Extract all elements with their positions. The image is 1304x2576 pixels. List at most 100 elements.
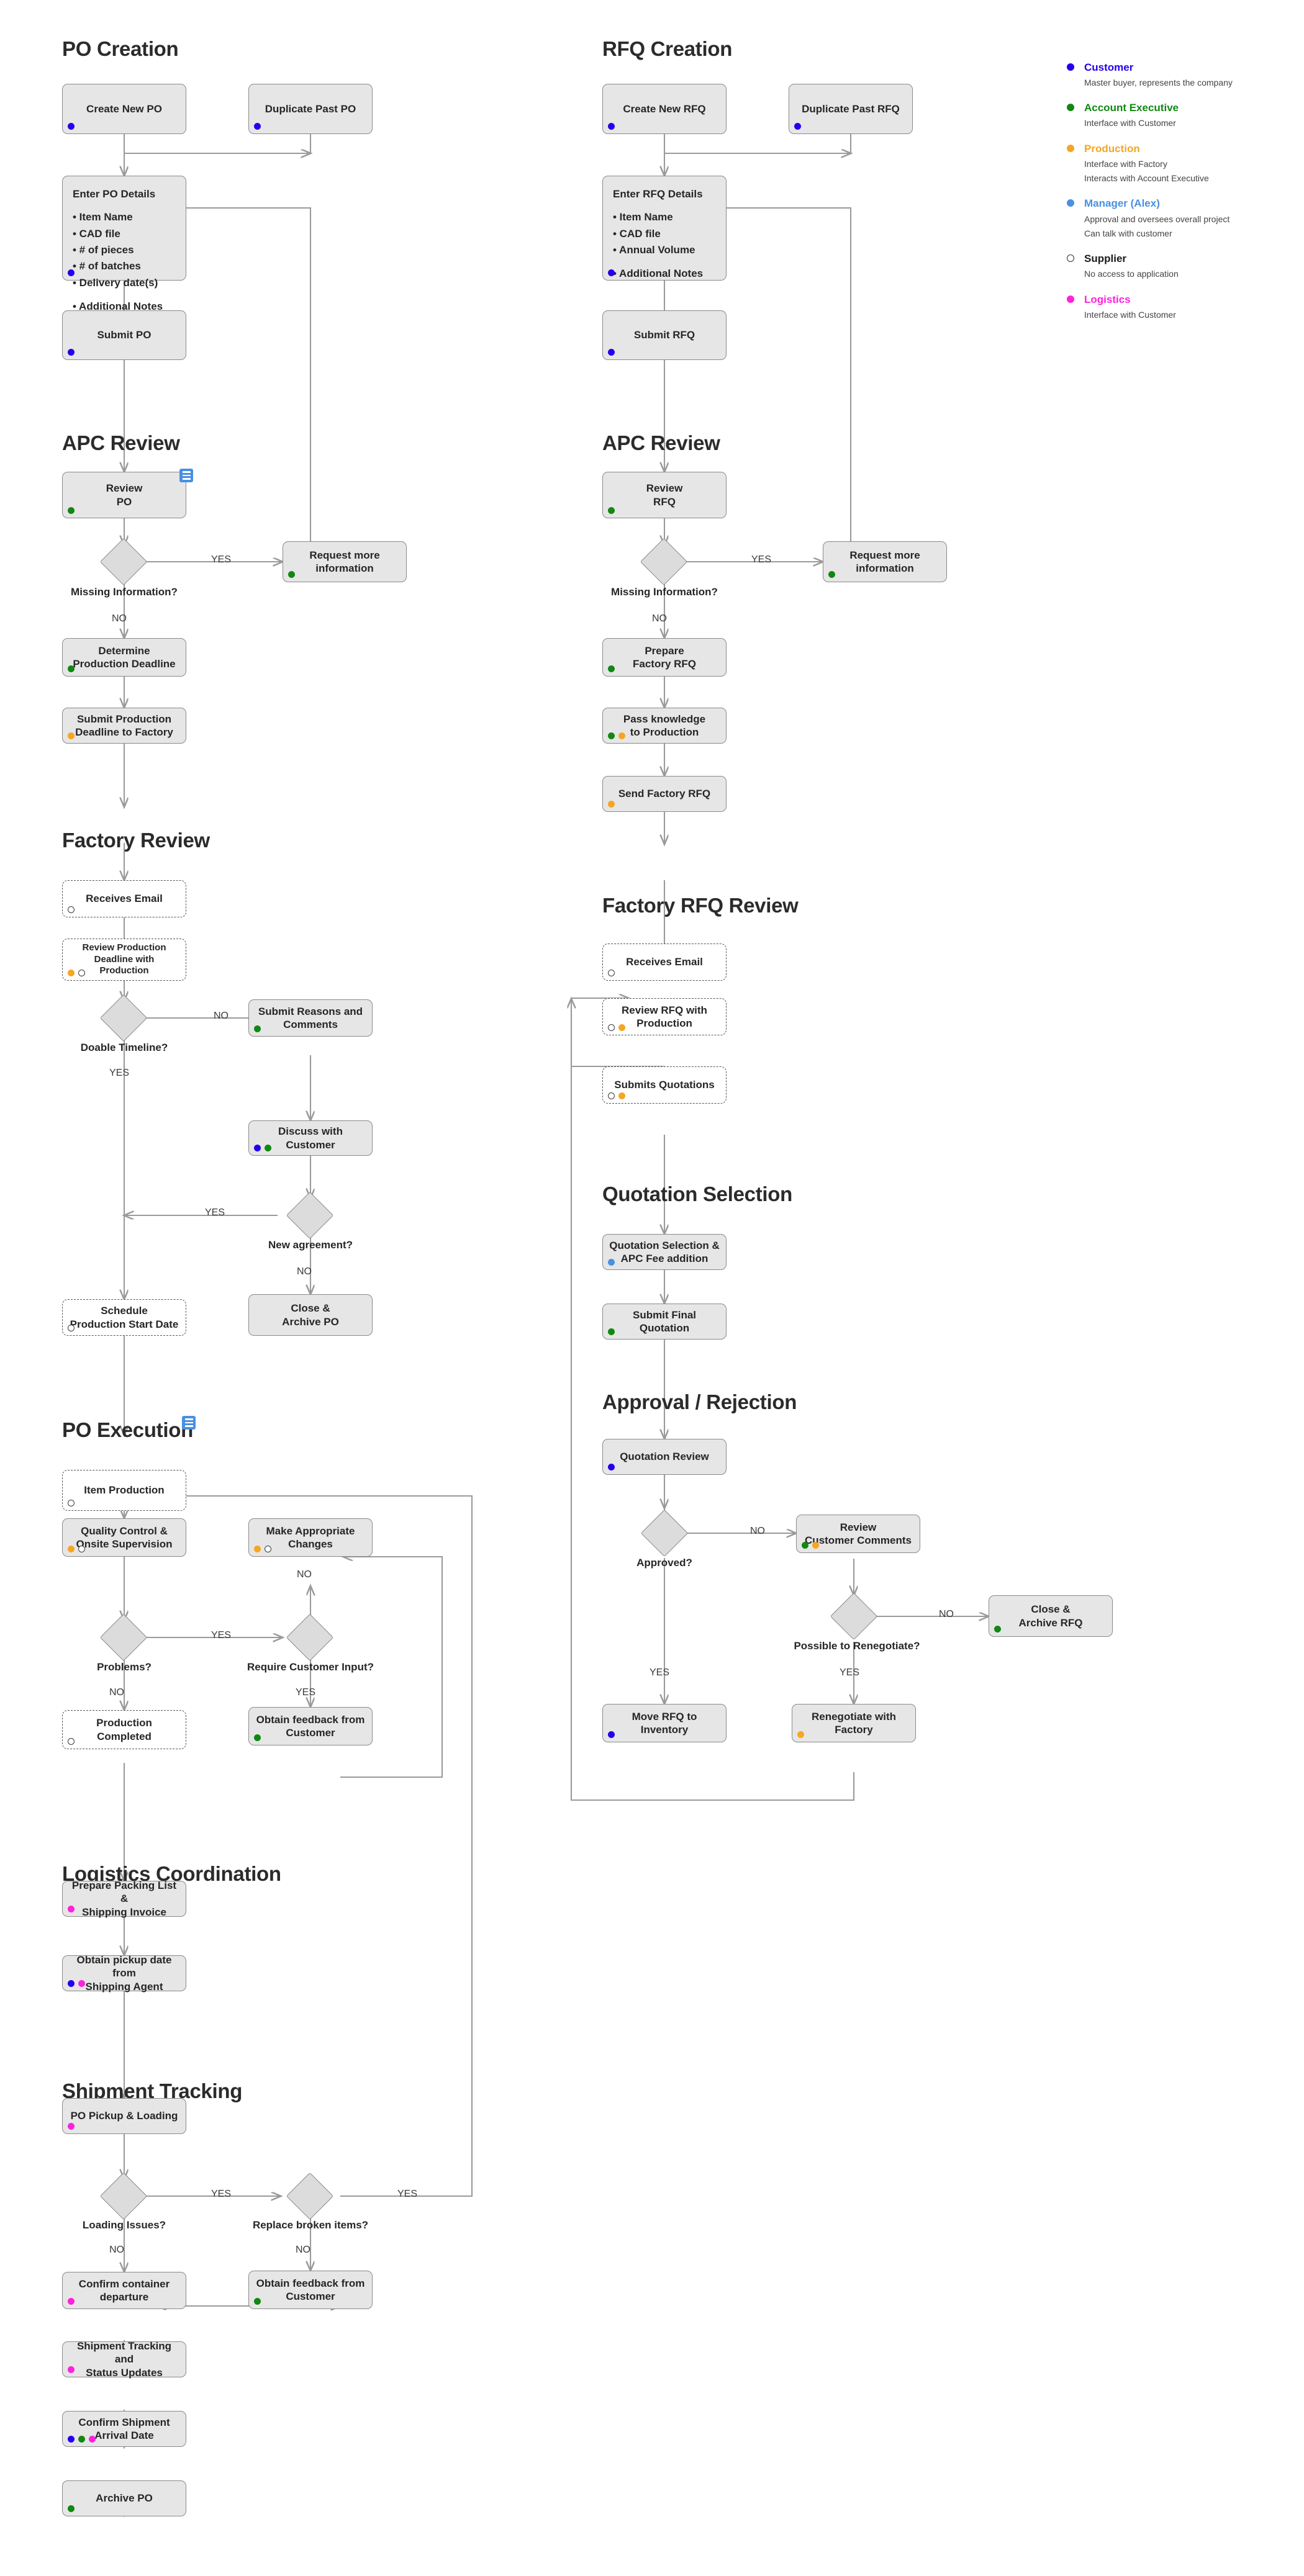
role-dots: [288, 571, 295, 578]
decision-doable-timeline[interactable]: [99, 994, 148, 1042]
node-enter-po-details[interactable]: Enter PO Details • Item Name • CAD file • …: [62, 176, 186, 312]
decision-new-agreement[interactable]: [286, 1191, 334, 1240]
node-obtain-pickup-date[interactable]: Obtain pickup date from Shipping Agent: [62, 1954, 186, 1993]
node-obtain-feedback-from-customer-1[interactable]: Obtain feedback from Customer: [248, 1707, 373, 1745]
node-move-rfq-to-inventory[interactable]: Move RFQ to Inventory: [602, 1704, 727, 1742]
decision-require-customer-input[interactable]: [286, 1613, 334, 1662]
role-dots: [608, 801, 615, 808]
role-dots: [68, 123, 75, 130]
role-dots: [254, 1145, 271, 1151]
detail-list-item: • Additional Notes: [613, 268, 704, 280]
node-label: Quotation Selection & APC Fee addition: [609, 1239, 720, 1264]
node-label: Prepare Packing List & Shipping Invoice: [71, 1880, 177, 1918]
node-prepare-factory-rfq[interactable]: Prepare Factory RFQ: [602, 638, 727, 677]
detail-list-item: • # of batches: [73, 260, 141, 272]
node-shipment-tracking-status-updates[interactable]: Shipment Tracking and Status Updates: [62, 2340, 186, 2379]
decision-problems[interactable]: [99, 1613, 148, 1662]
node-send-factory-rfq[interactable]: Send Factory RFQ: [602, 776, 727, 812]
node-quality-control-onsite-supervision[interactable]: Quality Control & Onsite Supervision: [62, 1518, 186, 1557]
decision-possible-to-renegotiate[interactable]: [830, 1592, 878, 1641]
node-review-customer-comments[interactable]: Review Customer Comments: [796, 1515, 920, 1553]
node-receives-email-rfq[interactable]: Receives Email: [602, 943, 727, 981]
node-po-pickup-loading[interactable]: PO Pickup & Loading: [62, 2098, 186, 2134]
node-obtain-feedback-from-customer-2[interactable]: Obtain feedback from Customer: [248, 2271, 373, 2309]
node-label: Duplicate Past RFQ: [802, 102, 900, 115]
node-label: Item Production: [84, 1484, 165, 1497]
edge-label-yes: YES: [397, 2189, 418, 2199]
node-submit-final-quotation[interactable]: Submit Final Quotation: [602, 1304, 727, 1340]
node-production-completed[interactable]: Production Completed: [62, 1710, 186, 1749]
legend-item-supplier: Supplier No access to application: [1067, 252, 1272, 280]
role-dots: [68, 1738, 75, 1745]
node-label: Submit RFQ: [633, 329, 695, 341]
node-pass-knowledge-to-production[interactable]: Pass knowledge to Production: [602, 708, 727, 744]
heading-approval-rejection: Approval / Rejection: [602, 1390, 797, 1413]
node-quotation-review[interactable]: Quotation Review: [602, 1439, 727, 1475]
edge-label-yes: YES: [751, 554, 772, 565]
node-review-deadline-with-production[interactable]: Review Production Deadline with Producti…: [62, 939, 186, 981]
node-review-rfq[interactable]: Review RFQ: [602, 472, 727, 518]
role-dots: [68, 1546, 85, 1552]
node-submit-deadline-to-factory[interactable]: Submit Production Deadline to Factory: [62, 708, 186, 744]
node-close-archive-po[interactable]: Close & Archive PO: [248, 1294, 373, 1336]
node-item-production[interactable]: Item Production: [62, 1470, 186, 1511]
legend-role-description: Interacts with Account Executive: [1084, 173, 1209, 184]
role-dots: [828, 571, 835, 578]
node-review-rfq-with-production[interactable]: Review RFQ with Production: [602, 998, 727, 1035]
decision-label: Approved?: [636, 1557, 692, 1569]
node-request-more-information-rfq[interactable]: Request more information: [823, 541, 947, 582]
node-make-appropriate-changes[interactable]: Make Appropriate Changes: [248, 1518, 373, 1557]
role-dots: [794, 123, 801, 130]
node-label: Submit Reasons and Comments: [258, 1005, 363, 1030]
node-archive-po[interactable]: Archive PO: [62, 2480, 186, 2516]
note-icon-review-po[interactable]: [179, 469, 193, 482]
node-duplicate-past-rfq[interactable]: Duplicate Past RFQ: [789, 84, 913, 134]
role-dots: [608, 1024, 625, 1031]
node-determine-production-deadline[interactable]: Determine Production Deadline: [62, 638, 186, 677]
node-quotation-selection-apc-fee[interactable]: Quotation Selection & APC Fee addition: [602, 1234, 727, 1270]
node-label: Quotation Review: [620, 1451, 709, 1463]
node-close-archive-rfq[interactable]: Close & Archive RFQ: [989, 1595, 1113, 1637]
edge-label-yes: YES: [650, 1667, 670, 1678]
note-icon-po-execution[interactable]: [182, 1416, 196, 1430]
edge-label-no: NO: [750, 1526, 765, 1536]
legend-role-label: Supplier: [1084, 253, 1127, 265]
node-label: Request more information: [309, 549, 380, 574]
node-submit-reasons-and-comments[interactable]: Submit Reasons and Comments: [248, 999, 373, 1037]
heading-factory-rfq-review: Factory RFQ Review: [602, 894, 799, 917]
node-submit-rfq[interactable]: Submit RFQ: [602, 310, 727, 360]
node-create-new-po[interactable]: Create New PO: [62, 84, 186, 134]
decision-replace-broken-items[interactable]: [286, 2172, 334, 2220]
node-confirm-container-departure[interactable]: Confirm container departure: [62, 2272, 186, 2309]
node-confirm-shipment-arrival-date[interactable]: Confirm Shipment Arrival Date: [62, 2411, 186, 2447]
role-dots: [68, 970, 85, 976]
decision-missing-info-rfq[interactable]: [640, 538, 688, 586]
node-request-more-information-po[interactable]: Request more information: [283, 541, 407, 582]
node-review-po[interactable]: Review PO: [62, 472, 186, 518]
node-renegotiate-with-factory[interactable]: Renegotiate with Factory: [792, 1704, 916, 1742]
legend-item-account-executive: Account Executive Interface with Customer: [1067, 101, 1272, 129]
role-dots: [68, 2436, 96, 2443]
legend-bullet-icon: [1067, 254, 1074, 263]
decision-approved[interactable]: [640, 1509, 689, 1557]
edge-label-yes: YES: [211, 554, 232, 565]
node-receives-email-po[interactable]: Receives Email: [62, 880, 186, 917]
node-submits-quotations[interactable]: Submits Quotations: [602, 1066, 727, 1104]
node-enter-rfq-details[interactable]: Enter RFQ Details • Item Name • CAD file •…: [602, 176, 727, 281]
edge-label-no: NO: [297, 1569, 312, 1580]
decision-loading-issues[interactable]: [99, 2172, 148, 2220]
node-discuss-with-customer[interactable]: Discuss with Customer: [248, 1120, 373, 1156]
node-label: Discuss with Customer: [278, 1125, 343, 1151]
node-submit-po[interactable]: Submit PO: [62, 310, 186, 360]
role-dots: [608, 1731, 615, 1738]
node-label: Enter PO Details: [73, 188, 156, 200]
decision-label: New agreement?: [268, 1239, 353, 1251]
decision-missing-info-po[interactable]: [99, 538, 148, 586]
flowchart-canvas: PO Creation Create New PO Duplicate Past…: [0, 0, 1304, 2576]
detail-list-item: • Item Name: [73, 211, 133, 223]
node-duplicate-past-po[interactable]: Duplicate Past PO: [248, 84, 373, 134]
node-prepare-packing-list[interactable]: Prepare Packing List & Shipping Invoice: [62, 1880, 186, 1918]
node-schedule-production-start-date[interactable]: Schedule Production Start Date: [62, 1299, 186, 1336]
role-dots: [68, 1500, 75, 1506]
node-create-new-rfq[interactable]: Create New RFQ: [602, 84, 727, 134]
